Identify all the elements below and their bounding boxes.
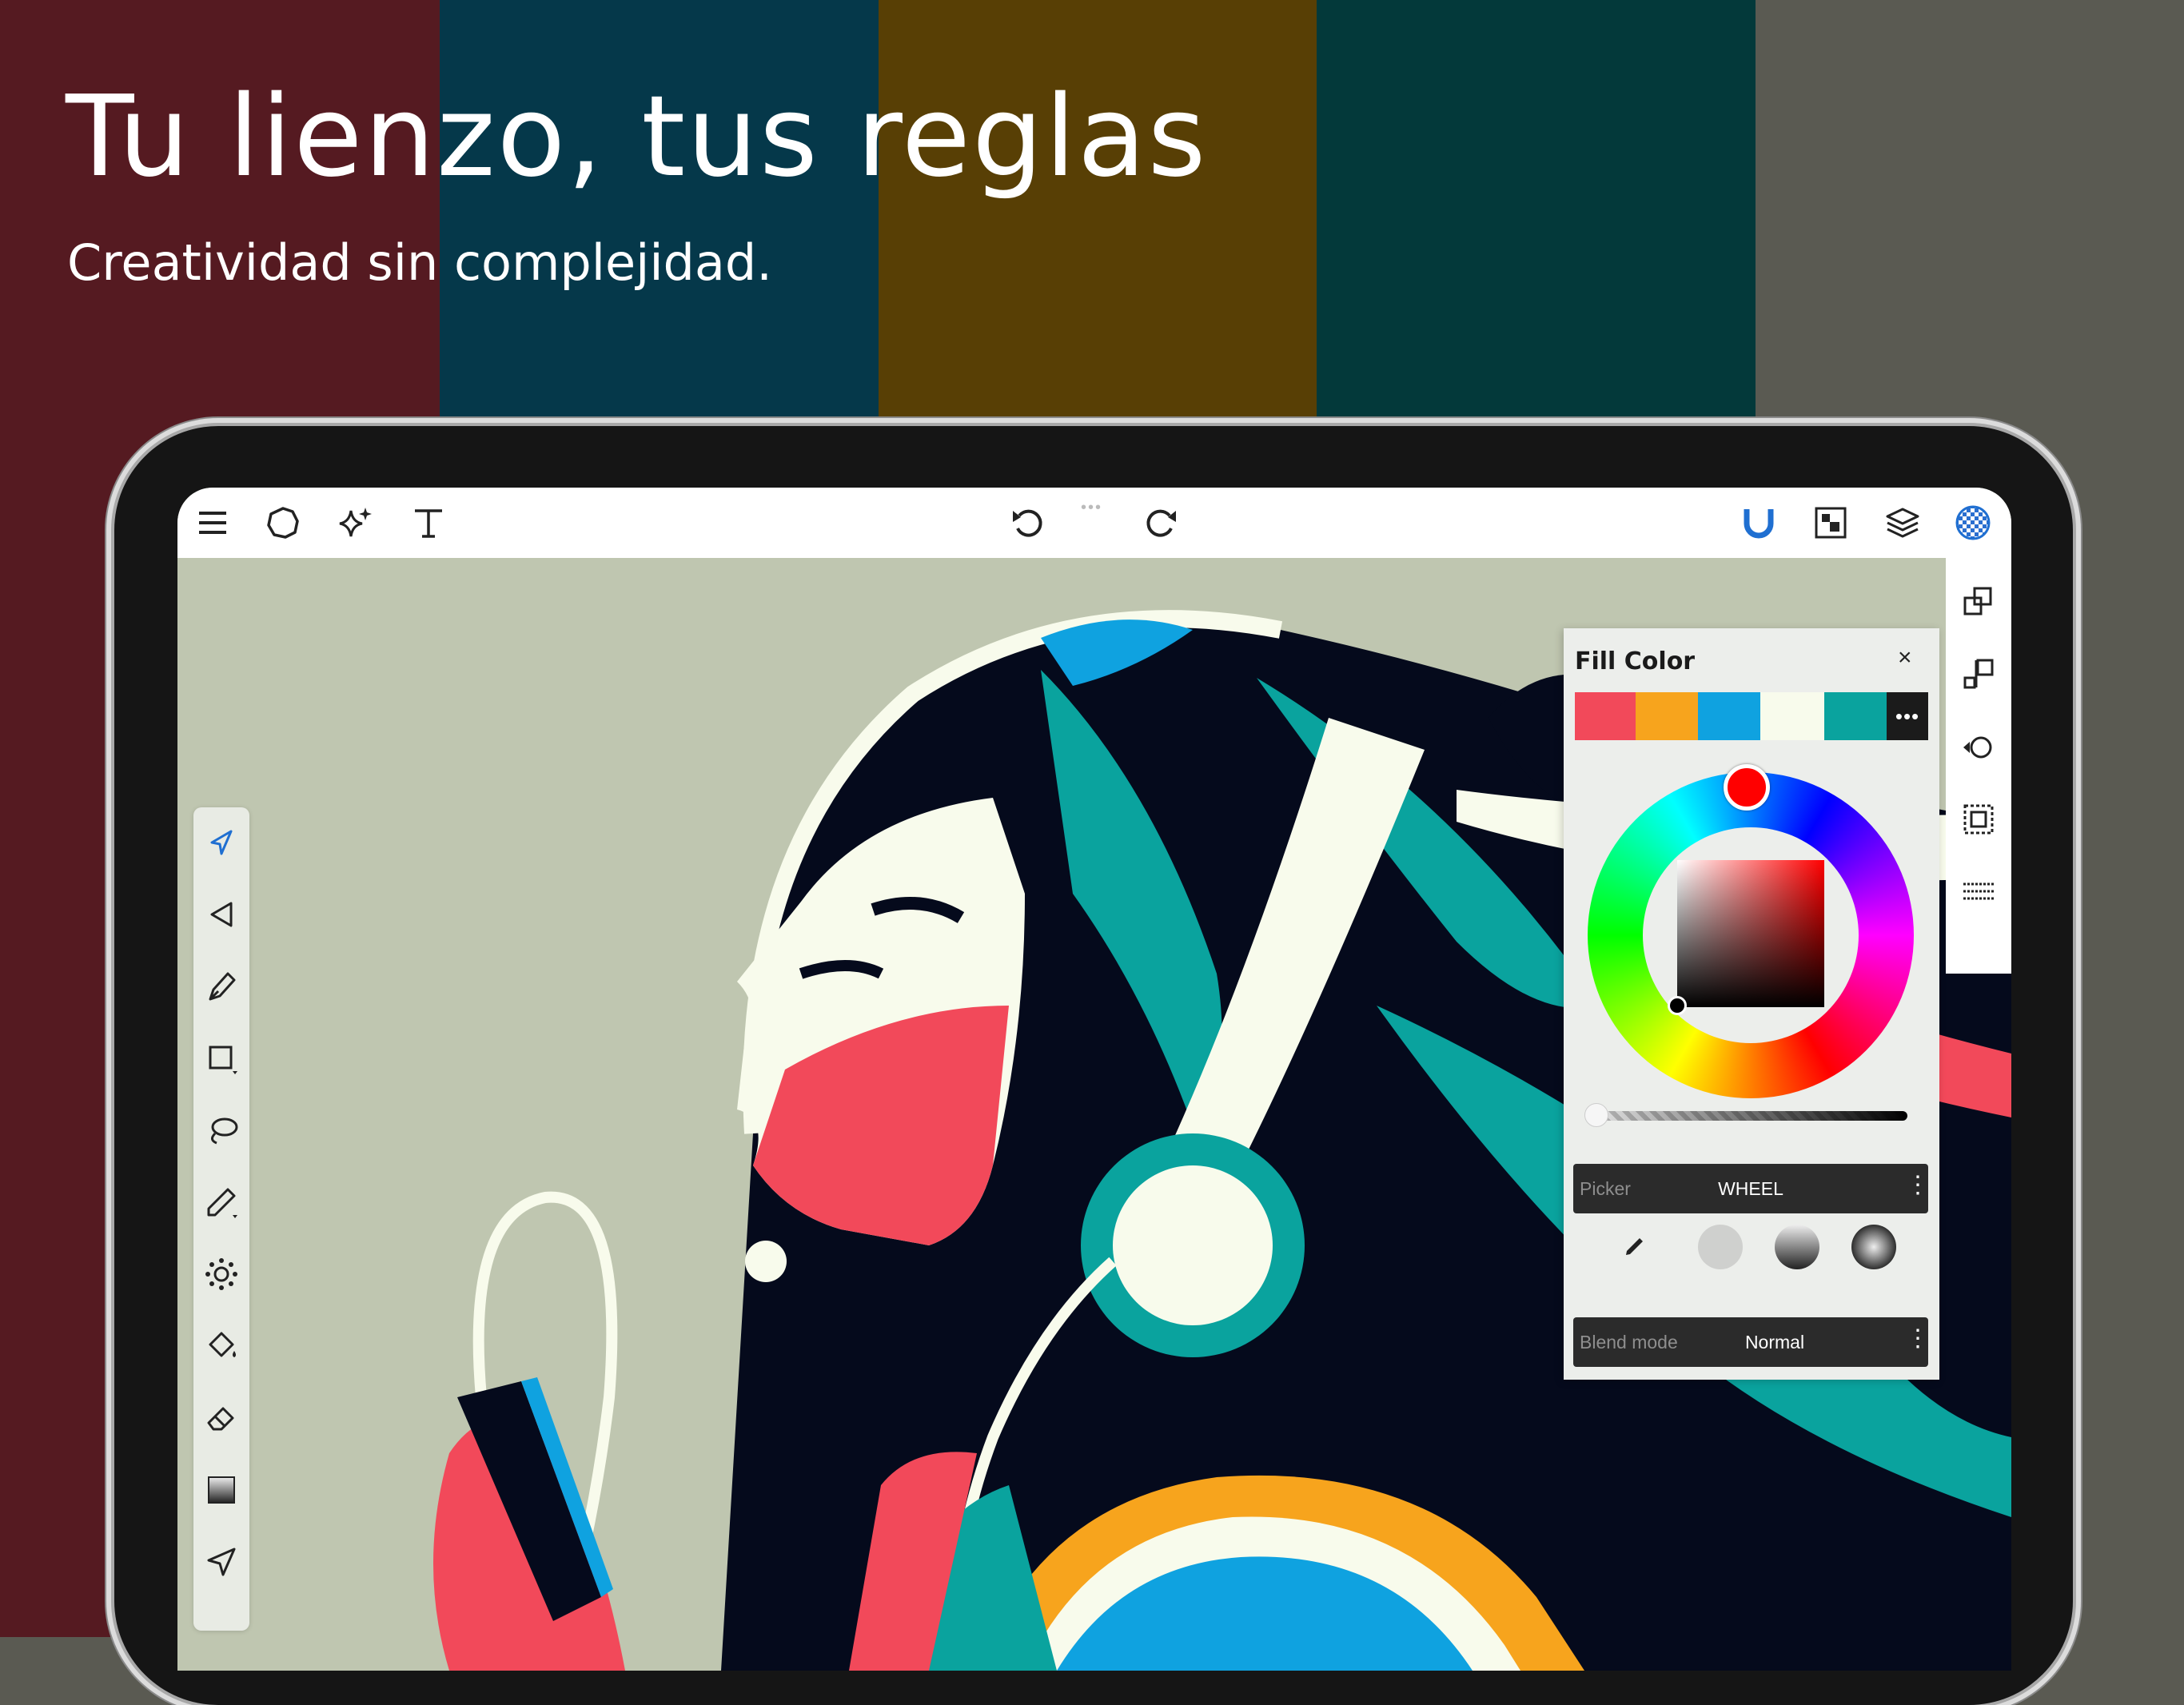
pen-icon[interactable] <box>201 966 242 1007</box>
send-icon[interactable] <box>201 1541 242 1583</box>
undo-icon[interactable] <box>1009 504 1047 542</box>
menu-icon[interactable] <box>193 504 232 542</box>
layers-icon[interactable] <box>1883 504 1922 542</box>
text-icon[interactable] <box>409 504 448 542</box>
more-swatches-button[interactable]: ••• <box>1887 692 1928 740</box>
blend-mode-menu-icon[interactable]: ⋮ <box>1906 1327 1930 1351</box>
tool-rail <box>193 807 249 1631</box>
redo-icon[interactable] <box>1142 504 1180 542</box>
app-screen: Fill Color × ••• Picker WHEEL ⋮ Blend mo… <box>177 488 2011 1671</box>
swatch-blue[interactable] <box>1698 692 1760 740</box>
blend-mode-label: Blend mode <box>1580 1332 1678 1352</box>
select-icon[interactable] <box>201 822 242 863</box>
window-grabber: ••• <box>1081 499 1103 516</box>
fill-color-panel: Fill Color × ••• Picker WHEEL ⋮ Blend mo… <box>1564 628 1939 1380</box>
picker-value: WHEEL <box>1718 1178 1783 1199</box>
swatch-teal[interactable] <box>1824 692 1887 740</box>
eyedropper-icon[interactable] <box>1612 1225 1656 1269</box>
picker-menu-icon[interactable]: ⋮ <box>1906 1173 1930 1197</box>
align-icon[interactable] <box>1959 654 1999 694</box>
checker-icon[interactable] <box>1954 504 1992 542</box>
rectangle-icon[interactable] <box>201 1038 242 1079</box>
swatch-cream[interactable] <box>1760 692 1824 740</box>
arrange-icon[interactable] <box>1959 582 1999 622</box>
picker-label: Picker <box>1580 1178 1631 1199</box>
color-handle[interactable] <box>1668 996 1687 1015</box>
magnet-icon[interactable] <box>1740 504 1778 542</box>
shape-icon[interactable] <box>264 504 302 542</box>
fill-bucket-icon[interactable] <box>201 1325 242 1367</box>
side-button <box>108 512 114 600</box>
hero-subtitle: Creatividad sin complejidad. <box>67 233 772 292</box>
linear-gradient-fill-option[interactable] <box>1775 1225 1819 1269</box>
eraser-icon[interactable] <box>201 1397 242 1439</box>
volume-button-top <box>251 420 321 426</box>
panel-title: Fill Color <box>1575 647 1696 675</box>
blend-mode-value: Normal <box>1744 1332 1805 1352</box>
radial-gradient-fill-option[interactable] <box>1851 1225 1896 1269</box>
right-rail <box>1946 558 2011 974</box>
solid-fill-option[interactable] <box>1698 1225 1743 1269</box>
opacity-handle[interactable] <box>1584 1103 1608 1127</box>
drawing-canvas[interactable]: Fill Color × ••• Picker WHEEL ⋮ Blend mo… <box>177 558 2011 1671</box>
sparkle-icon[interactable] <box>336 504 374 542</box>
saturation-value-square[interactable] <box>1677 860 1824 1007</box>
swatch-red[interactable] <box>1575 692 1636 740</box>
direct-select-icon[interactable] <box>201 894 242 935</box>
distribute-icon[interactable] <box>1959 871 1999 911</box>
gradient-icon[interactable] <box>201 1469 242 1511</box>
group-icon[interactable] <box>1959 799 1999 839</box>
picker-row[interactable]: Picker WHEEL ⋮ <box>1573 1164 1930 1213</box>
close-icon[interactable]: × <box>1898 644 1912 671</box>
hero-title: Tu lienzo, tus reglas <box>66 72 1208 202</box>
opacity-slider[interactable] <box>1591 1111 1907 1121</box>
hue-handle[interactable] <box>1724 764 1770 811</box>
transform-icon[interactable] <box>1959 727 1999 767</box>
canvas-icon[interactable] <box>1811 504 1850 542</box>
volume-button-bottom <box>339 420 409 426</box>
symmetry-icon[interactable] <box>201 1253 242 1295</box>
top-toolbar: ••• <box>177 488 2011 558</box>
swatch-orange[interactable] <box>1636 692 1698 740</box>
pencil-icon[interactable] <box>201 1181 242 1223</box>
lasso-icon[interactable] <box>201 1109 242 1151</box>
blend-mode-row[interactable]: Blend mode Normal ⋮ <box>1573 1317 1930 1367</box>
